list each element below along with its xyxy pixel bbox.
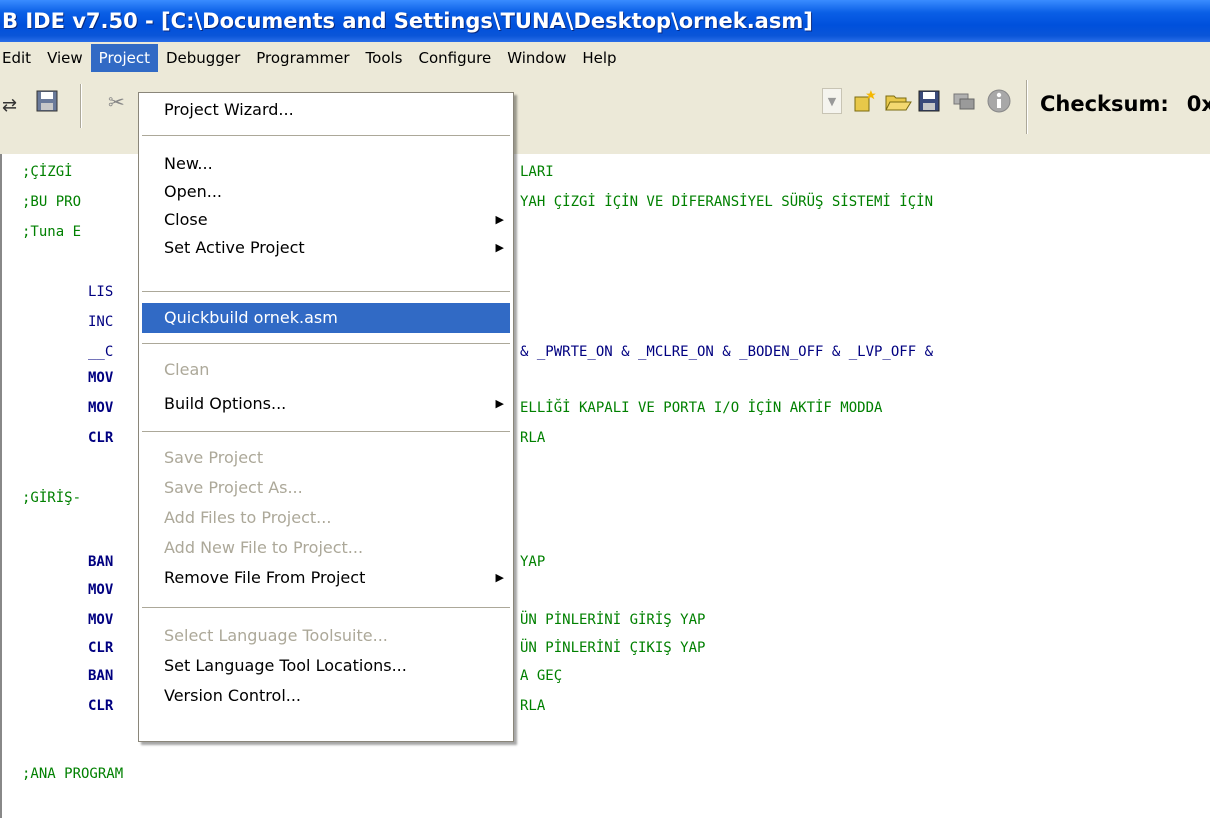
project-menu: Project Wizard... New... Open... Close ▶ …: [138, 92, 514, 742]
menu-help[interactable]: Help: [574, 44, 624, 72]
code-line-fragment: RLA: [520, 430, 546, 446]
menu-item-label: Set Language Tool Locations...: [164, 656, 407, 675]
menu-window[interactable]: Window: [499, 44, 574, 72]
menu-item-label: Version Control...: [164, 686, 302, 705]
menu-separator: [142, 343, 510, 344]
menu-tools[interactable]: Tools: [358, 44, 411, 72]
menu-item-build-options[interactable]: Build Options... ▶: [142, 389, 510, 419]
code-line-fragment: LARI: [520, 164, 554, 180]
checksum-value: 0xfc22: [1186, 92, 1210, 116]
menu-item-set-active-project[interactable]: Set Active Project ▶: [142, 233, 510, 263]
menu-item-label: Set Active Project: [164, 238, 305, 257]
code-line: INC: [88, 314, 114, 330]
save-project-icon[interactable]: [918, 90, 940, 119]
menu-bar: Edit View Project Debugger Programmer To…: [0, 42, 1210, 74]
submenu-arrow-icon: ▶: [495, 397, 504, 410]
menu-item-add-files[interactable]: Add Files to Project...: [142, 503, 510, 533]
menu-programmer[interactable]: Programmer: [248, 44, 357, 72]
menu-item-add-new-file[interactable]: Add New File to Project...: [142, 533, 510, 563]
menu-item-project-wizard[interactable]: Project Wizard...: [142, 95, 510, 125]
menu-item-quickbuild[interactable]: Quickbuild ornek.asm: [142, 303, 510, 333]
menu-item-label: Add Files to Project...: [164, 508, 332, 527]
menu-separator: [142, 291, 510, 292]
menu-item-label: Remove File From Project: [164, 568, 366, 587]
code-line: CLR: [88, 698, 114, 714]
menu-item-label: Clean: [164, 360, 210, 379]
submenu-arrow-icon: ▶: [495, 571, 504, 584]
menu-separator: [142, 135, 510, 136]
menu-item-label: Save Project: [164, 448, 264, 467]
build-icon[interactable]: [952, 90, 976, 119]
new-project-icon[interactable]: [852, 88, 878, 121]
menu-item-label: Open...: [164, 182, 222, 201]
cut-icon[interactable]: ✂: [108, 88, 125, 116]
open-project-icon[interactable]: [884, 88, 912, 121]
code-line-fragment: YAH ÇİZGİ İÇİN VE DİFERANSİYEL SÜRÜŞ SİS…: [520, 194, 934, 210]
menu-item-open[interactable]: Open...: [142, 177, 510, 207]
code-line: __C: [88, 344, 114, 360]
menu-debugger[interactable]: Debugger: [158, 44, 248, 72]
menu-configure[interactable]: Configure: [411, 44, 500, 72]
menu-item-save-project[interactable]: Save Project: [142, 443, 510, 473]
toolbar-combo-dropdown[interactable]: ▼: [822, 88, 842, 114]
code-line: LIS: [88, 284, 114, 300]
code-line: CLR: [88, 430, 114, 446]
menu-edit[interactable]: Edit: [0, 44, 39, 72]
menu-separator: [142, 431, 510, 432]
menu-item-new[interactable]: New...: [142, 149, 510, 179]
checksum-label: Checksum:: [1040, 92, 1169, 116]
menu-item-label: Project Wizard...: [164, 100, 294, 119]
code-line-fragment: ÜN PİNLERİNİ ÇIKIŞ YAP: [520, 640, 706, 656]
menu-item-remove-file[interactable]: Remove File From Project ▶: [142, 563, 510, 593]
code-line: BAN: [88, 668, 114, 684]
code-line-fragment: A GEÇ: [520, 668, 563, 684]
menu-item-set-language-tool-locations[interactable]: Set Language Tool Locations...: [142, 651, 510, 681]
menu-item-select-language-toolsuite[interactable]: Select Language Toolsuite...: [142, 621, 510, 651]
window-title-bar[interactable]: B IDE v7.50 - [C:\Documents and Settings…: [0, 0, 1210, 42]
menu-item-label: Build Options...: [164, 394, 287, 413]
code-line-fragment: YAP: [520, 554, 546, 570]
menu-view[interactable]: View: [39, 44, 91, 72]
code-line: MOV: [88, 612, 114, 628]
info-icon[interactable]: [986, 88, 1012, 121]
code-line: ;ÇİZGİ: [22, 164, 73, 180]
code-line: MOV: [88, 400, 114, 416]
code-line: BAN: [88, 554, 114, 570]
menu-item-close[interactable]: Close ▶: [142, 205, 510, 235]
menu-project[interactable]: Project: [90, 44, 158, 72]
code-line: ;BU PRO: [22, 194, 82, 210]
submenu-arrow-icon: ▶: [495, 213, 504, 226]
menu-item-label: Close: [164, 210, 208, 229]
code-line: ;GİRİŞ-: [22, 490, 82, 506]
menu-item-clean[interactable]: Clean: [142, 355, 510, 385]
code-line-fragment: RLA: [520, 698, 546, 714]
menu-item-save-project-as[interactable]: Save Project As...: [142, 473, 510, 503]
menu-item-label: New...: [164, 154, 213, 173]
submenu-arrow-icon: ▶: [495, 241, 504, 254]
save-icon[interactable]: [36, 90, 58, 119]
open-icon[interactable]: ⇄: [2, 92, 17, 120]
menu-item-label: Select Language Toolsuite...: [164, 626, 388, 645]
menu-item-version-control[interactable]: Version Control...: [142, 681, 510, 711]
code-line-fragment: & _PWRTE_ON & _MCLRE_ON & _BODEN_OFF & _…: [520, 344, 934, 360]
window-title: B IDE v7.50 - [C:\Documents and Settings…: [2, 9, 813, 33]
code-line: ;ANA PROGRAM: [22, 766, 124, 782]
menu-separator: [142, 607, 510, 608]
menu-item-label: Add New File to Project...: [164, 538, 364, 557]
code-line: MOV: [88, 370, 114, 386]
menu-item-label: Quickbuild ornek.asm: [164, 308, 338, 327]
menu-item-label: Save Project As...: [164, 478, 303, 497]
code-line: ;Tuna E: [22, 224, 82, 240]
code-line-fragment: ELLİĞİ KAPALI VE PORTA I/O İÇİN AKTİF MO…: [520, 400, 883, 416]
code-line: MOV: [88, 582, 114, 598]
code-line-fragment: ÜN PİNLERİNİ GİRİŞ YAP: [520, 612, 706, 628]
checksum-display: Checksum: 0xfc22: [1040, 84, 1210, 124]
code-line: CLR: [88, 640, 114, 656]
